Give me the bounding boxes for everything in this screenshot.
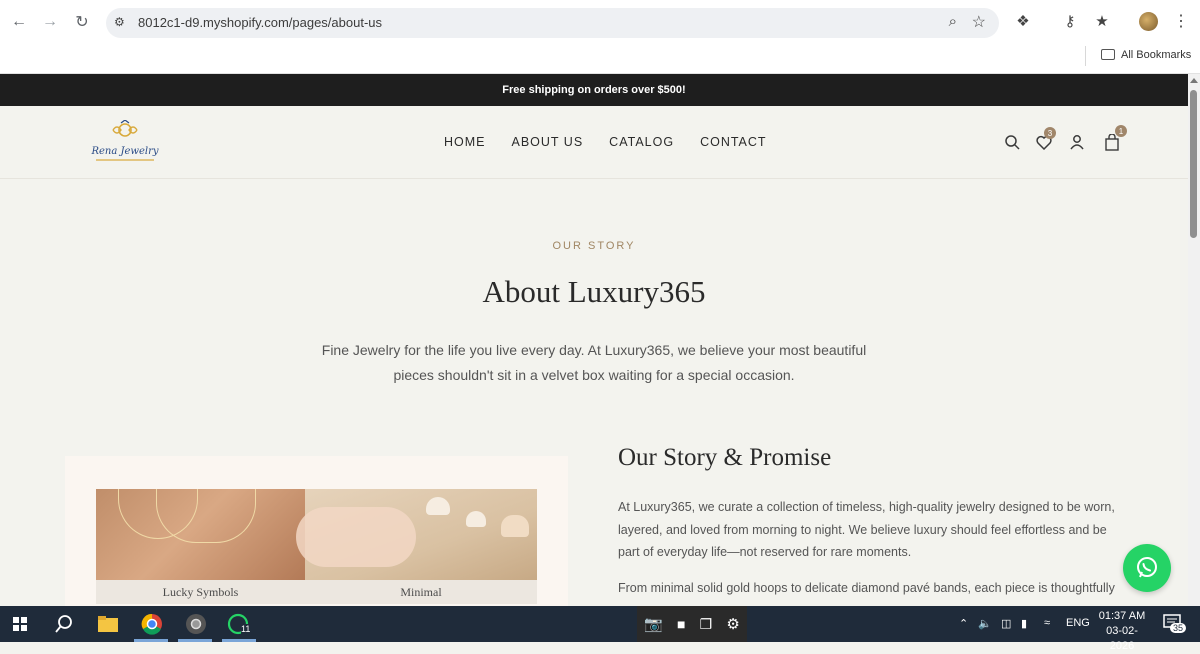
back-icon[interactable]: ← xyxy=(7,10,31,34)
meet-now-icon[interactable]: ◫ xyxy=(1001,617,1011,630)
windows-taskbar: 11 📷 ■ ❐ ⚙ ⌃ 🔈 ◫ ▮ ≈ ENG 01:37 AM 03-02-… xyxy=(0,606,1200,652)
hand-shape xyxy=(296,507,416,567)
logo-underline xyxy=(96,159,154,161)
address-bar[interactable]: ⚙ 8012c1-d9.myshopify.com/pages/about-us… xyxy=(106,8,999,38)
seashell-shape xyxy=(426,497,450,515)
notification-count-badge: 35 xyxy=(1170,623,1187,633)
account-user-icon[interactable] xyxy=(1068,133,1086,151)
wishlist-count-badge: 3 xyxy=(1044,127,1056,139)
web-page: Free shipping on orders over $500! Rena … xyxy=(0,74,1188,606)
camera-icon[interactable]: 📷 xyxy=(644,615,663,633)
main-navigation: HOME ABOUT US CATALOG CONTACT xyxy=(444,135,767,149)
folder-icon xyxy=(1101,49,1115,60)
announcement-bar: Free shipping on orders over $500! xyxy=(0,74,1188,106)
story-paragraph-1: At Luxury365, we curate a collection of … xyxy=(618,500,1115,559)
zoom-icon[interactable]: ⌕ xyxy=(949,13,957,30)
search-icon[interactable] xyxy=(1003,133,1021,151)
nav-catalog[interactable]: CATALOG xyxy=(609,135,674,149)
chrome-icon[interactable] xyxy=(140,612,164,636)
windows-start-icon[interactable] xyxy=(13,617,27,631)
nav-contact[interactable]: CONTACT xyxy=(700,135,767,149)
screen-capture-toolbar: 📷 ■ ❐ ⚙ xyxy=(637,606,747,642)
scrollbar-thumb[interactable] xyxy=(1190,90,1197,238)
chrome-profile-icon[interactable] xyxy=(184,612,208,636)
menu-dots-icon[interactable]: ⋮ xyxy=(1170,10,1192,32)
nav-home[interactable]: HOME xyxy=(444,135,486,149)
collage-card: Lucky Symbols Minimal xyxy=(65,456,568,606)
browser-chrome: ← → ↻ ⚙ 8012c1-d9.myshopify.com/pages/ab… xyxy=(0,0,1200,74)
seashell-shape xyxy=(501,515,529,537)
page-title: About Luxury365 xyxy=(482,274,706,309)
password-key-icon[interactable]: ⚷ xyxy=(1059,10,1081,32)
wifi-icon[interactable]: ≈ xyxy=(1044,617,1050,629)
site-header: Rena Jewelry HOME ABOUT US CATALOG CONTA… xyxy=(0,106,1188,179)
clock-time: 01:37 AM xyxy=(1098,610,1146,622)
caption-lucky-symbols: Lucky Symbols xyxy=(96,580,305,604)
caption-minimal: Minimal xyxy=(305,580,537,604)
profile-avatar[interactable] xyxy=(1139,12,1158,31)
whatsapp-unread-badge: 11 xyxy=(241,624,251,634)
forward-icon[interactable]: → xyxy=(38,10,62,34)
intro-paragraph: Fine Jewelry for the life you live every… xyxy=(321,342,867,383)
story-paragraph-2: From minimal solid gold hoops to delicat… xyxy=(618,581,1115,595)
cart-count-badge: 1 xyxy=(1115,125,1127,137)
window-capture-icon[interactable]: ❐ xyxy=(700,616,713,633)
whatsapp-chat-button[interactable] xyxy=(1123,544,1171,592)
url-text[interactable]: 8012c1-d9.myshopify.com/pages/about-us xyxy=(138,15,382,30)
file-explorer-icon[interactable] xyxy=(96,612,120,636)
bookmarks-bar[interactable]: All Bookmarks xyxy=(1085,46,1200,66)
site-info-icon[interactable]: ⚙ xyxy=(114,15,130,31)
capture-settings-gear-icon[interactable]: ⚙ xyxy=(726,615,739,633)
page-scrollbar[interactable] xyxy=(1188,74,1200,606)
all-bookmarks-label[interactable]: All Bookmarks xyxy=(1121,49,1191,61)
logo-text: Rena Jewelry xyxy=(91,146,159,157)
reload-icon[interactable]: ↻ xyxy=(70,10,94,34)
whatsapp-icon xyxy=(1137,557,1157,578)
search-taskbar-icon[interactable] xyxy=(52,612,76,636)
story-heading: Our Story & Promise xyxy=(618,444,832,471)
clock-date: 03-02-2026 xyxy=(1106,625,1138,652)
seashell-shape xyxy=(466,511,486,527)
language-indicator[interactable]: ENG xyxy=(1066,617,1090,629)
volume-icon[interactable]: 🔈 xyxy=(978,617,992,630)
system-clock[interactable]: 01:37 AM 03-02-2026 xyxy=(1094,609,1150,654)
reading-list-icon[interactable]: ★ xyxy=(1091,10,1113,32)
extensions-icon[interactable]: ❖ xyxy=(1012,10,1034,32)
jewelry-collage-image xyxy=(96,489,537,580)
nav-about-us[interactable]: ABOUT US xyxy=(512,135,584,149)
battery-icon[interactable]: ▮ xyxy=(1021,617,1027,630)
store-logo[interactable]: Rena Jewelry xyxy=(88,120,162,166)
logo-crest-icon xyxy=(112,120,138,137)
tray-chevron-up-icon[interactable]: ⌃ xyxy=(959,617,968,630)
scroll-up-arrow-icon[interactable] xyxy=(1190,78,1198,83)
video-record-icon[interactable]: ■ xyxy=(677,616,685,632)
bookmark-star-icon[interactable]: ☆ xyxy=(972,12,986,32)
section-eyebrow: OUR STORY xyxy=(552,240,636,252)
